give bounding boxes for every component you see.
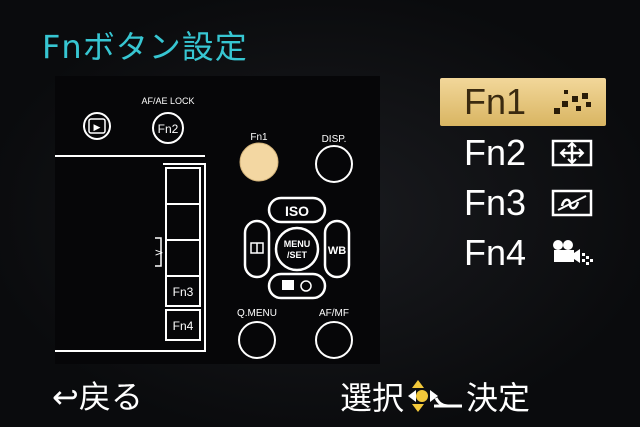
fn-item-fn2[interactable]: Fn2 xyxy=(440,128,610,178)
fn-button-list: Fn1 Fn2 Fn3 Fn4 xyxy=(440,78,610,278)
side-button-2[interactable] xyxy=(165,203,201,241)
side-button-3[interactable] xyxy=(165,239,201,277)
fn-item-label: Fn2 xyxy=(464,132,527,173)
burst-icon xyxy=(554,90,591,114)
return-icon: ↩ xyxy=(52,378,79,416)
self-timer-icon xyxy=(300,280,312,292)
menu-set-button[interactable] xyxy=(274,226,320,272)
wb-label: WB xyxy=(328,245,346,257)
cursor-set-icon xyxy=(408,380,463,412)
bracket-icon xyxy=(282,280,294,290)
select-label: 選択 xyxy=(340,379,405,417)
select-confirm-hint: 選択 決定 xyxy=(340,372,530,420)
down-button[interactable] xyxy=(267,272,327,300)
set-label: /SET xyxy=(287,250,308,260)
fn2-button-label: Fn2 xyxy=(158,122,179,136)
af-mf-label: AF/MF xyxy=(319,308,349,319)
fn-item-label: Fn4 xyxy=(464,232,527,273)
camera-back-diagram: AF/AE LOCK ▶ Fn2 Fn3 Fn4 > Fn1 DISP. ISO… xyxy=(55,96,353,359)
fn4-side-label: Fn4 xyxy=(173,319,194,333)
play-icon: ▶ xyxy=(94,123,101,133)
side-button-1[interactable] xyxy=(165,167,201,205)
side-arrow-icon: > xyxy=(154,246,163,259)
fn-item-label: Fn1 xyxy=(464,81,527,122)
page-title: Fnボタン設定 xyxy=(42,28,248,66)
camera-diagram: AF/AE LOCK ▶ Fn2 Fn3 Fn4 > Fn1 DISP. ISO… xyxy=(55,76,380,364)
fn-item-fn1[interactable]: Fn1 xyxy=(440,78,606,126)
menu-label: MENU xyxy=(284,239,311,249)
fn1-label: Fn1 xyxy=(250,132,268,143)
af-ae-lock-label: AF/AE LOCK xyxy=(141,96,194,106)
q-menu-label: Q.MENU xyxy=(237,308,277,319)
fn-item-label: Fn3 xyxy=(464,182,527,223)
ex-tele-conv-icon xyxy=(551,189,593,217)
back-label: 戻る xyxy=(78,378,143,416)
confirm-label: 決定 xyxy=(466,379,531,417)
back-button[interactable]: ↩戻る xyxy=(52,372,143,420)
fn3-side-label: Fn3 xyxy=(173,285,194,299)
motion-picture-icon xyxy=(553,240,593,265)
camera-screen: Fnボタン設定 AF/AE LOCK ▶ Fn2 Fn3 Fn4 > Fn1 D… xyxy=(0,0,640,427)
iso-label: ISO xyxy=(285,203,309,219)
fn1-button[interactable] xyxy=(239,142,279,182)
disp-label: DISP. xyxy=(322,134,347,145)
fn-item-fn4[interactable]: Fn4 xyxy=(440,228,610,278)
af-mf-button[interactable] xyxy=(315,321,353,359)
q-menu-button[interactable] xyxy=(238,321,276,359)
disp-button[interactable] xyxy=(315,145,353,183)
af-area-icon xyxy=(551,139,593,167)
fn-item-fn3[interactable]: Fn3 xyxy=(440,178,610,228)
